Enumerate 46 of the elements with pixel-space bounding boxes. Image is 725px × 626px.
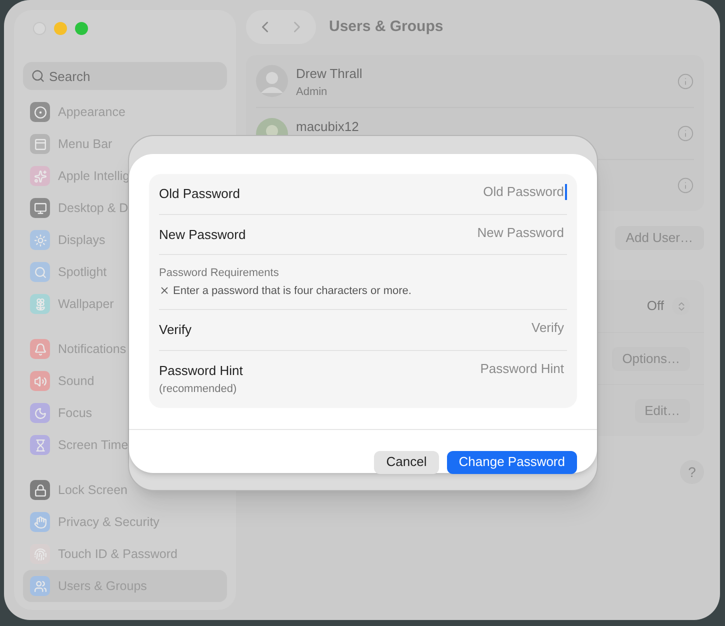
hand-icon <box>30 512 50 532</box>
password-field[interactable]: New Password <box>414 224 567 240</box>
requirement-text: Enter a password that is four characters or more. <box>173 284 412 298</box>
flower-icon <box>30 294 50 314</box>
monitor-icon <box>30 198 50 218</box>
add-user-button[interactable]: Add User… <box>614 226 704 250</box>
navigation-buttons[interactable] <box>246 10 316 44</box>
search-field[interactable]: Search <box>23 62 227 90</box>
users-icon <box>30 576 50 596</box>
field-note: (recommended) <box>159 382 238 397</box>
sparkles-icon <box>30 166 50 186</box>
requirements-title: Password Requirements <box>159 266 280 281</box>
cancel-button[interactable]: Cancel <box>374 450 439 474</box>
window-title: Users & Groups <box>329 16 444 37</box>
appearance-icon <box>30 102 50 122</box>
field-label: Verify <box>159 321 192 339</box>
password-field[interactable]: Old Password <box>414 184 567 200</box>
info-icon[interactable] <box>677 177 694 194</box>
user-name: macubix12 <box>296 118 360 136</box>
speaker-icon <box>30 371 50 391</box>
minimize-button[interactable] <box>54 22 67 34</box>
popup-selector[interactable]: Off <box>646 296 690 316</box>
change-password-button[interactable]: Change Password <box>446 450 577 474</box>
help-button[interactable]: ? <box>680 460 704 484</box>
password-field[interactable]: Password Hint <box>414 360 567 376</box>
hourglass-icon <box>30 435 50 455</box>
avatar <box>256 65 288 97</box>
field-label: New Password <box>159 226 246 244</box>
user-role: Admin <box>296 84 328 100</box>
lock-icon <box>30 480 50 500</box>
fingerprint-icon <box>30 544 50 564</box>
options-button[interactable]: Options… <box>612 346 690 370</box>
user-name: Drew Thrall <box>296 65 364 83</box>
moon-icon <box>30 403 50 423</box>
search-icon <box>31 69 45 83</box>
field-label: Password Hint <box>159 362 243 380</box>
sun-icon <box>30 230 50 250</box>
menu-bar-icon <box>30 134 50 154</box>
search-icon <box>30 262 50 282</box>
password-field[interactable]: Verify <box>414 320 567 336</box>
field-label: Old Password <box>159 185 240 203</box>
zoom-button[interactable] <box>75 22 88 34</box>
info-icon[interactable] <box>677 72 694 90</box>
options-button[interactable]: Edit… <box>634 398 690 422</box>
bell-icon <box>30 339 50 359</box>
info-icon[interactable] <box>677 125 694 142</box>
